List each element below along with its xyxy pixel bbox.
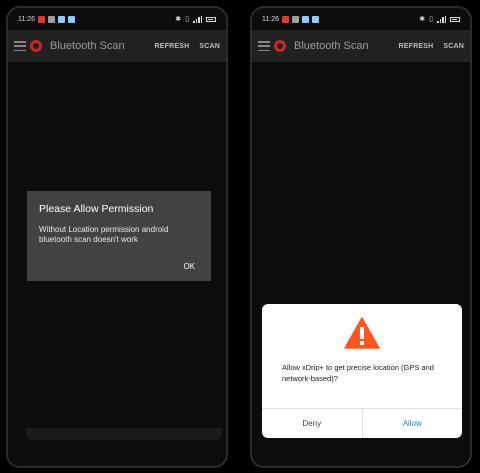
phone-screen-right: 11:26 ✱ ▯ Bluetooth Scan REFRESH SCAN Al… [250,6,472,468]
app-logo-icon [274,40,286,52]
ok-button[interactable]: OK [183,262,195,271]
status-bar: 11:26 ✱ ▯ [252,8,470,30]
battery-icon [450,16,460,22]
app-bar: Bluetooth Scan REFRESH SCAN [8,30,226,62]
signal-icon [193,15,202,23]
phone-screen-left: 11:26 ✱ ▯ Bluetooth Scan REFRESH SCAN Pl… [6,6,228,468]
vibrate-icon: ▯ [429,16,433,23]
notification-icon [38,15,45,23]
notification-icon [312,15,319,23]
dialog-message: Without Location permission android blue… [39,225,169,244]
notification-icon [302,15,309,23]
dialog-button-row: Deny Allow [262,408,462,438]
menu-icon[interactable] [14,41,26,51]
status-bar: 11:26 ✱ ▯ [8,8,226,30]
permission-dialog: Please Allow Permission Without Location… [27,191,211,281]
notification-icon [58,15,65,23]
signal-icon [437,15,446,23]
notification-icon [48,15,55,23]
scan-button[interactable]: SCAN [443,43,464,50]
app-bar: Bluetooth Scan REFRESH SCAN [252,30,470,62]
vibrate-icon: ▯ [185,16,189,23]
permission-message: Allow xDrip+ to get precise location (GP… [282,363,434,383]
allow-button[interactable]: Allow [363,409,463,438]
refresh-button[interactable]: REFRESH [155,43,190,50]
notification-icon [292,15,299,23]
background-panel [26,428,222,440]
warning-icon [344,317,380,349]
notification-icon [282,15,289,23]
status-time: 11:26 [18,15,35,23]
app-title: Bluetooth Scan [294,40,369,52]
app-title: Bluetooth Scan [50,40,125,52]
menu-icon[interactable] [258,41,270,51]
bluetooth-icon: ✱ [175,16,182,23]
battery-icon [206,16,216,22]
deny-button[interactable]: Deny [262,409,363,438]
bluetooth-icon: ✱ [419,16,426,23]
scan-button[interactable]: SCAN [199,43,220,50]
notification-icon [68,15,75,23]
dialog-title: Please Allow Permission [39,203,154,215]
refresh-button[interactable]: REFRESH [399,43,434,50]
status-time: 11:26 [262,15,279,23]
system-permission-dialog: Allow xDrip+ to get precise location (GP… [262,304,462,438]
app-logo-icon [30,40,42,52]
